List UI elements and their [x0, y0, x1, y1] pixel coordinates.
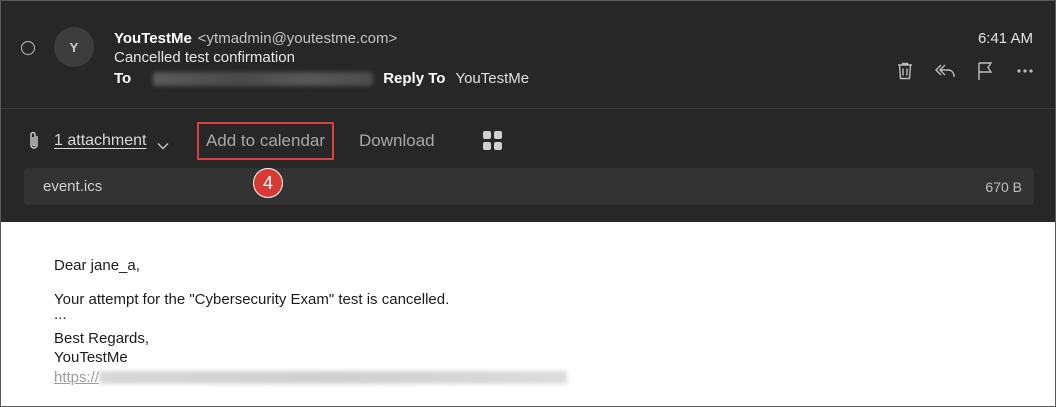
reply-to-label: Reply To [383, 70, 446, 87]
apps-grid-icon[interactable] [483, 131, 502, 150]
link-redacted[interactable] [99, 371, 568, 384]
message-subject: Cancelled test confirmation [114, 49, 295, 66]
select-message-radio[interactable] [21, 41, 35, 55]
email-reading-pane: Y YouTestMe <ytmadmin@youtestme.com> Canc… [0, 0, 1056, 407]
sender-name[interactable]: YouTestMe [114, 30, 192, 47]
reply-to-value: YouTestMe [455, 70, 530, 87]
recipients-line: To Reply To YouTestMe [114, 70, 529, 87]
step-number-badge: 4 [253, 168, 283, 198]
to-recipient-redacted [153, 71, 374, 86]
to-label: To [114, 70, 132, 87]
attachment-count-toggle[interactable]: 1 attachment [54, 132, 147, 150]
more-icon[interactable] [1013, 59, 1037, 83]
reply-all-icon[interactable] [933, 59, 957, 83]
paperclip-icon [26, 130, 42, 152]
attachment-file-row[interactable]: event.ics 670 B [24, 168, 1034, 205]
attachments-bar: 1 attachment Add to calendar Download [1, 109, 1055, 222]
message-body: Dear jane_a, Your attempt for the "Cyber… [1, 223, 1055, 406]
body-signature: YouTestMe [54, 349, 128, 366]
sender-email: <ytmadmin@youtestme.com> [197, 30, 398, 47]
message-actions [893, 59, 1037, 83]
body-greeting: Dear jane_a, [54, 257, 140, 274]
from-line: YouTestMe <ytmadmin@youtestme.com> [114, 30, 397, 47]
body-link[interactable]: https:// [54, 369, 568, 386]
attachment-file-name[interactable]: event.ics [43, 178, 102, 195]
download-button[interactable]: Download [359, 131, 435, 151]
body-closing: Best Regards, [54, 330, 150, 347]
add-to-calendar-button[interactable]: Add to calendar [197, 122, 334, 160]
attachment-file-size: 670 B [985, 179, 1022, 195]
body-ellipsis: ... [54, 306, 67, 323]
body-message: Your attempt for the "Cybersecurity Exam… [54, 291, 450, 308]
message-time: 6:41 AM [977, 30, 1033, 47]
flag-icon[interactable] [973, 59, 997, 83]
chevron-down-icon[interactable] [157, 137, 169, 150]
link-prefix[interactable]: https:// [54, 369, 99, 386]
avatar[interactable]: Y [54, 27, 94, 67]
trash-icon[interactable] [893, 59, 917, 83]
message-header: Y YouTestMe <ytmadmin@youtestme.com> Canc… [1, 1, 1055, 109]
